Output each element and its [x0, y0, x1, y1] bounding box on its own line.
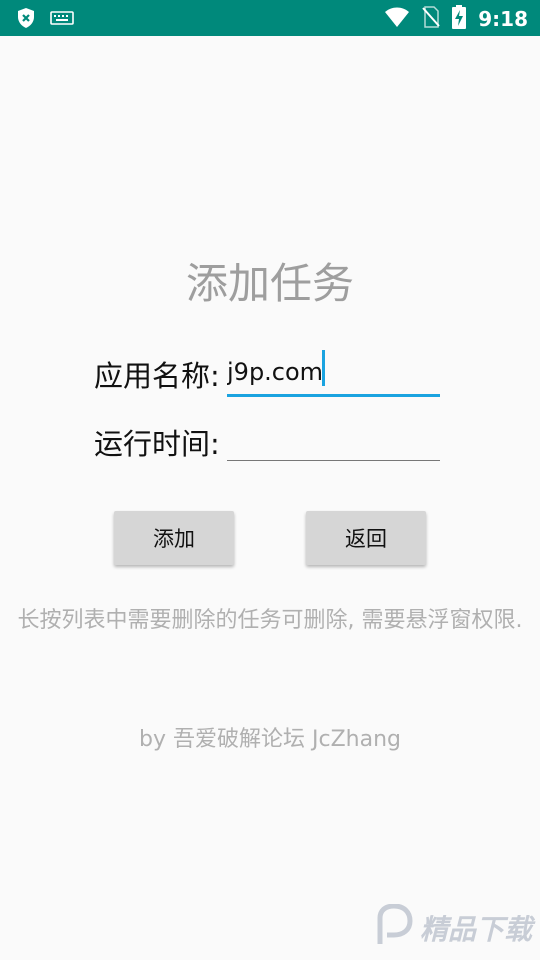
- status-bar: 9:18: [0, 0, 540, 36]
- watermark: 精品下载: [374, 903, 532, 952]
- hint-text: 长按列表中需要删除的任务可删除, 需要悬浮窗权限.: [17, 608, 523, 633]
- wifi-icon: [384, 6, 410, 32]
- app-name-input[interactable]: [227, 350, 440, 397]
- app-name-label: 应用名称:: [94, 359, 220, 393]
- status-time: 9:18: [478, 7, 528, 31]
- keyboard-icon: [50, 10, 74, 30]
- run-time-input[interactable]: [227, 416, 440, 461]
- watermark-logo-icon: [374, 903, 414, 952]
- run-time-label: 运行时间:: [94, 427, 220, 461]
- credit-text: by 吾爱破解论坛 JcZhang: [139, 727, 401, 752]
- page-title: 添加任务: [185, 259, 354, 308]
- text-cursor: [322, 350, 325, 386]
- battery-charging-icon: [452, 5, 467, 33]
- add-button[interactable]: 添加: [114, 511, 234, 565]
- back-button[interactable]: 返回: [306, 511, 426, 565]
- shield-icon: [16, 7, 36, 33]
- no-sim-icon: [422, 6, 440, 32]
- watermark-text: 精品下载: [419, 913, 532, 946]
